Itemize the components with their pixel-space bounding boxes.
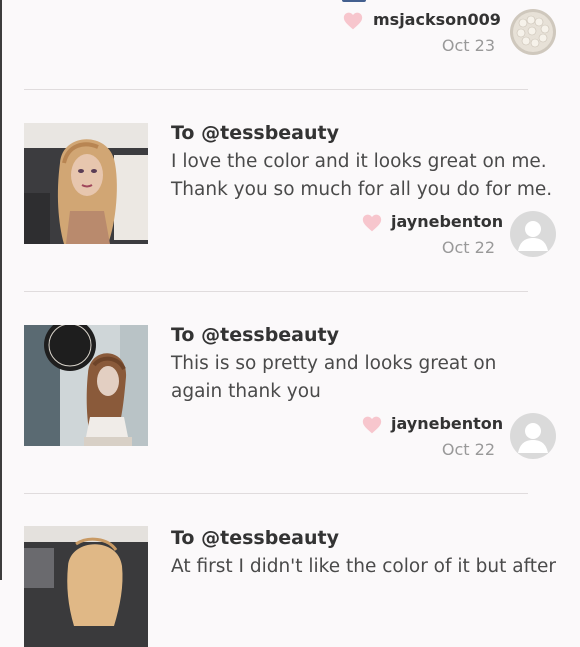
review-title: To @tessbeauty [171, 527, 339, 549]
heart-icon[interactable] [362, 415, 382, 435]
reviewer-username[interactable]: jaynebenton [391, 414, 503, 433]
review-date: Oct 22 [441, 238, 495, 257]
product-photo[interactable] [24, 325, 148, 446]
person-icon[interactable] [510, 211, 556, 257]
avatar[interactable] [510, 9, 556, 55]
divider [24, 291, 528, 292]
window-edge [0, 0, 2, 580]
review-text: At first I didn't like the color of it b… [171, 556, 557, 577]
heart-icon[interactable] [362, 213, 382, 233]
divider [24, 89, 528, 90]
divider [24, 493, 528, 494]
review-title: To @tessbeauty [171, 122, 339, 144]
reviewer-username[interactable]: jaynebenton [391, 212, 503, 231]
reviewer-username[interactable]: msjackson009 [373, 10, 501, 29]
review-text: This is so pretty and looks great on aga… [171, 353, 497, 402]
review-date: Oct 23 [441, 36, 495, 55]
heart-icon[interactable] [343, 11, 363, 31]
review-date: Oct 22 [441, 440, 495, 459]
product-photo[interactable] [24, 123, 148, 244]
cropped-badge [342, 0, 366, 2]
product-photo[interactable] [24, 526, 148, 647]
review-title: To @tessbeauty [171, 324, 339, 346]
person-icon[interactable] [510, 413, 556, 459]
review-text: I love the color and it looks great on m… [171, 151, 553, 200]
